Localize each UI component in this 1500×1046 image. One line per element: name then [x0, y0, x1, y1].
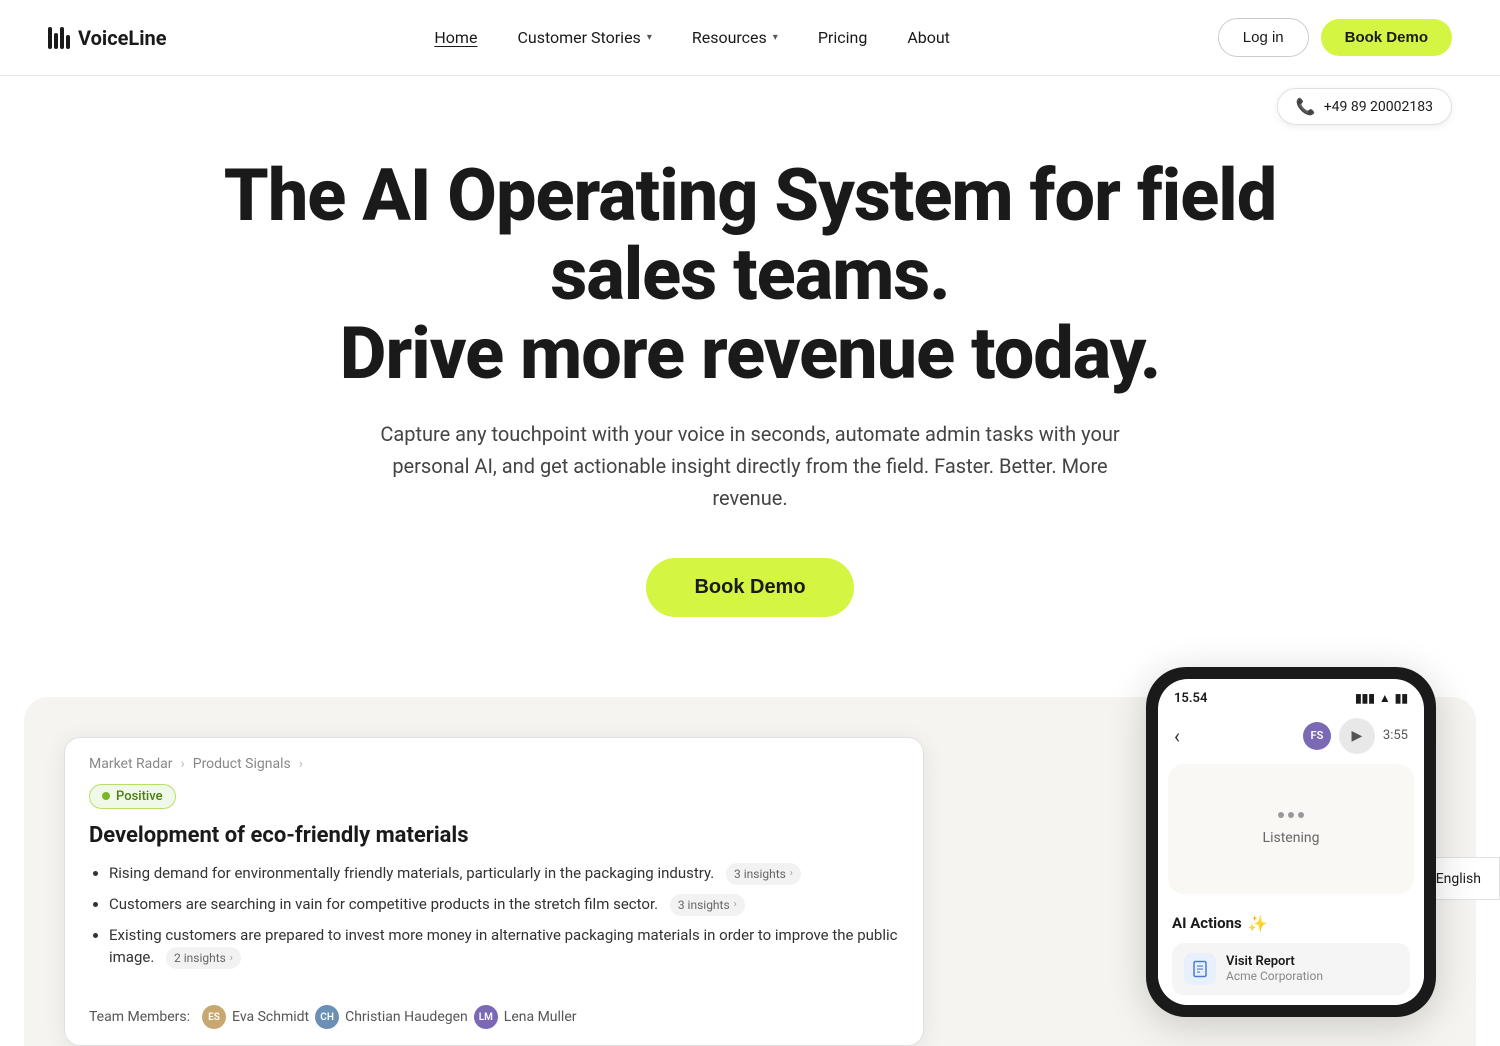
positive-badge: Positive — [89, 784, 176, 809]
logo-bar-3 — [60, 27, 64, 49]
listening-label: Listening — [1263, 830, 1320, 846]
chevron-right-icon: › — [734, 897, 737, 912]
avatar: LM — [474, 1005, 498, 1029]
logo-bar-4 — [66, 35, 70, 49]
desktop-card: Market Radar › Product Signals › Positiv… — [64, 737, 924, 1046]
back-button[interactable]: ‹ — [1174, 724, 1180, 748]
phone-status-bar: 15.54 ▮▮▮ ▲ ▮▮ — [1158, 679, 1424, 712]
navbar: VoiceLine Home Customer Stories ▾ Resour… — [0, 0, 1500, 76]
chevron-down-icon: ▾ — [773, 32, 778, 43]
phone-time: 15.54 — [1174, 691, 1207, 706]
insight-badge: 3 insights › — [726, 863, 801, 885]
logo-icon — [48, 27, 70, 49]
card-list: Rising demand for environmentally friend… — [89, 862, 899, 970]
breadcrumb-separator-2: › — [299, 756, 303, 772]
list-item: Customers are searching in vain for comp… — [109, 893, 899, 916]
phone-status-icons: ▮▮▮ ▲ ▮▮ — [1355, 691, 1408, 705]
listening-dots — [1278, 812, 1304, 818]
phone-badge[interactable]: 📞 +49 89 20002183 — [1277, 88, 1452, 125]
list-item: Existing customers are prepared to inves… — [109, 924, 899, 970]
insight-badge: 3 insights › — [670, 894, 745, 916]
visit-report-subtitle: Acme Corporation — [1226, 969, 1323, 983]
breadcrumb: Market Radar › Product Signals › — [65, 738, 923, 780]
hero-section: The AI Operating System for field sales … — [0, 76, 1500, 677]
audio-player: FS ▶ 3:55 — [1303, 718, 1408, 754]
chevron-right-icon: › — [230, 951, 233, 966]
logo-bar-2 — [54, 33, 58, 49]
sparkle-icon: ✨ — [1248, 914, 1268, 933]
demo-area: Market Radar › Product Signals › Positiv… — [24, 697, 1476, 1046]
visit-report-title: Visit Report — [1226, 954, 1323, 969]
hero-title: The AI Operating System for field sales … — [200, 156, 1300, 394]
visit-report-card: Visit Report Acme Corporation — [1172, 943, 1410, 995]
login-button[interactable]: Log in — [1218, 18, 1309, 57]
hero-subtitle: Capture any touchpoint with your voice i… — [370, 418, 1130, 514]
nav-link-home[interactable]: Home — [434, 28, 477, 47]
avatar: CH — [315, 1005, 339, 1029]
play-button[interactable]: ▶ — [1339, 718, 1375, 754]
avatar-group: ES Eva Schmidt CH Christian Haudegen LM … — [202, 1005, 576, 1029]
breadcrumb-separator: › — [181, 756, 185, 772]
chevron-right-icon: › — [790, 866, 793, 881]
logo-bar-1 — [48, 27, 52, 49]
list-item: Rising demand for environmentally friend… — [109, 862, 899, 885]
logo-link[interactable]: VoiceLine — [48, 26, 167, 50]
nav-link-customer-stories[interactable]: Customer Stories ▾ — [517, 28, 651, 47]
dot — [1298, 812, 1304, 818]
card-body: Positive Development of eco-friendly mat… — [65, 780, 923, 990]
breadcrumb-item-2: Product Signals — [193, 756, 291, 772]
chevron-down-icon: ▾ — [647, 32, 652, 43]
nav-link-resources[interactable]: Resources ▾ — [692, 28, 778, 47]
audio-time: 3:55 — [1383, 728, 1408, 743]
badge-dot — [102, 792, 110, 800]
dot — [1278, 812, 1284, 818]
ai-actions-section: AI Actions ✨ Visit Report Ac — [1158, 904, 1424, 1005]
book-demo-button[interactable]: Book Demo — [1321, 19, 1452, 56]
signal-icon: ▮▮▮ — [1355, 691, 1375, 705]
battery-icon: ▮▮ — [1395, 691, 1408, 705]
avatar: ES — [202, 1005, 226, 1029]
language-label: English — [1436, 871, 1481, 887]
fs-avatar: FS — [1303, 722, 1331, 750]
nav-link-about[interactable]: About — [907, 28, 950, 47]
logo-text: VoiceLine — [78, 26, 167, 50]
visit-report-icon — [1184, 953, 1216, 985]
dot — [1288, 812, 1294, 818]
insight-badge: 2 insights › — [166, 947, 241, 969]
wifi-icon: ▲ — [1379, 691, 1391, 705]
navbar-actions: Log in Book Demo — [1218, 18, 1452, 57]
ai-actions-label: AI Actions — [1172, 914, 1242, 932]
phone-icon: 📞 — [1296, 97, 1316, 116]
ai-actions-header: AI Actions ✨ — [1172, 914, 1410, 933]
phone-screen: 15.54 ▮▮▮ ▲ ▮▮ ‹ FS ▶ 3:55 — [1158, 679, 1424, 1005]
phone-nav-bar: ‹ FS ▶ 3:55 — [1158, 712, 1424, 764]
listening-area: Listening — [1168, 764, 1414, 894]
mobile-phone: 15.54 ▮▮▮ ▲ ▮▮ ‹ FS ▶ 3:55 — [1146, 667, 1436, 1017]
card-footer: Team Members: ES Eva Schmidt CH Christia… — [65, 989, 923, 1045]
visit-report-text: Visit Report Acme Corporation — [1226, 954, 1323, 983]
phone-number: +49 89 20002183 — [1324, 99, 1433, 115]
hero-book-demo-button[interactable]: Book Demo — [646, 558, 853, 617]
breadcrumb-item-1: Market Radar — [89, 756, 173, 772]
nav-links: Home Customer Stories ▾ Resources ▾ Pric… — [434, 28, 950, 47]
card-title: Development of eco-friendly materials — [89, 823, 899, 848]
nav-link-pricing[interactable]: Pricing — [818, 28, 868, 47]
